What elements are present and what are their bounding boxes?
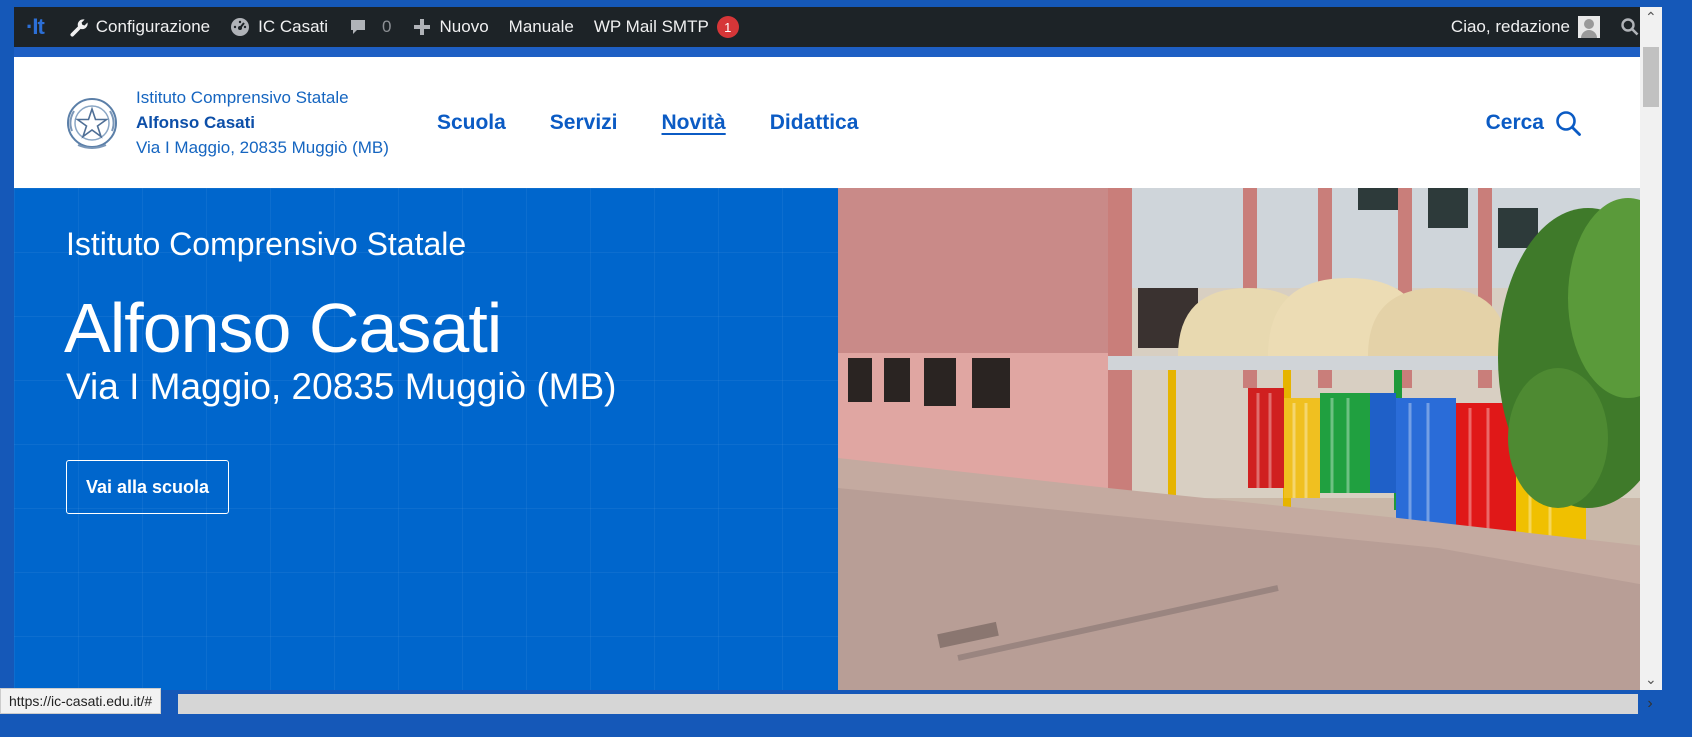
new-content-menu[interactable]: Nuovo bbox=[402, 7, 499, 47]
nav-item-servizi[interactable]: Servizi bbox=[550, 111, 618, 135]
search-icon bbox=[1556, 110, 1581, 136]
wp-admin-bar: ·It Configurazione IC Casati 0 Nuovo Man… bbox=[14, 7, 1662, 47]
browser-window: ·It Configurazione IC Casati 0 Nuovo Man… bbox=[0, 0, 1692, 737]
scroll-up-icon[interactable]: ⌃ bbox=[1645, 9, 1657, 26]
horizontal-scrollbar[interactable] bbox=[178, 694, 1638, 714]
republic-emblem-icon bbox=[67, 97, 117, 149]
school-photo-illustration bbox=[838, 188, 1662, 690]
nav-item-didattica[interactable]: Didattica bbox=[770, 111, 859, 135]
school-building-photo bbox=[838, 188, 1662, 690]
main-nav: Scuola Servizi Novità Didattica bbox=[437, 111, 902, 135]
comment-icon bbox=[351, 20, 366, 34]
admin-bar-right: Ciao, redazione bbox=[1441, 7, 1662, 47]
greeting-label: Ciao, redazione bbox=[1450, 17, 1570, 36]
manuale-label: Manuale bbox=[508, 17, 574, 36]
vertical-scrollbar[interactable]: ⌃ ⌄ bbox=[1640, 7, 1662, 690]
site-logo-link[interactable]: ·It bbox=[14, 7, 58, 47]
scroll-right-icon[interactable]: › bbox=[1640, 694, 1660, 714]
wp-mail-smtp-label: WP Mail SMTP bbox=[593, 17, 709, 36]
my-account-menu[interactable]: Ciao, redazione bbox=[1441, 7, 1610, 47]
hero-section: Istituto Comprensivo Statale Alfonso Cas… bbox=[14, 188, 1662, 690]
site-header: Istituto Comprensivo Statale Alfonso Cas… bbox=[14, 57, 1662, 188]
configurazione-menu[interactable]: Configurazione bbox=[58, 7, 220, 47]
comments-count: 0 bbox=[382, 17, 392, 36]
brand-line-3: Via I Maggio, 20835 Muggiò (MB) bbox=[136, 138, 389, 157]
go-to-school-button[interactable]: Vai alla scuola bbox=[66, 460, 229, 514]
search-button[interactable]: Cerca bbox=[1486, 109, 1582, 137]
hero-subtitle: Via I Maggio, 20835 Muggiò (MB) bbox=[66, 366, 617, 407]
site-name-menu[interactable]: IC Casati bbox=[220, 7, 338, 47]
nuovo-label: Nuovo bbox=[439, 17, 489, 36]
notification-badge: 1 bbox=[716, 16, 739, 38]
configurazione-label: Configurazione bbox=[95, 17, 211, 36]
status-bar-url: https://ic-casati.edu.it/# bbox=[0, 688, 162, 714]
dashboard-icon bbox=[231, 18, 250, 36]
brand-text: Istituto Comprensivo Statale Alfonso Cas… bbox=[136, 85, 389, 160]
hero-text-panel: Istituto Comprensivo Statale Alfonso Cas… bbox=[14, 188, 838, 690]
wp-mail-smtp-menu[interactable]: WP Mail SMTP 1 bbox=[584, 7, 749, 47]
brand-link[interactable]: Istituto Comprensivo Statale Alfonso Cas… bbox=[64, 85, 389, 160]
brand-line-1: Istituto Comprensivo Statale bbox=[136, 88, 349, 107]
avatar bbox=[1578, 16, 1600, 38]
nav-item-novita[interactable]: Novità bbox=[662, 111, 726, 135]
comments-link[interactable]: 0 bbox=[338, 7, 401, 47]
search-icon bbox=[1621, 18, 1639, 36]
hero-kicker: Istituto Comprensivo Statale bbox=[66, 226, 467, 262]
brand-line-2: Alfonso Casati bbox=[136, 113, 256, 132]
manuale-link[interactable]: Manuale bbox=[499, 7, 584, 47]
plus-icon bbox=[413, 19, 430, 35]
header-top-strip bbox=[14, 47, 1662, 57]
page-viewport: ·It Configurazione IC Casati 0 Nuovo Man… bbox=[14, 7, 1662, 690]
scroll-down-icon[interactable]: ⌄ bbox=[1645, 671, 1657, 688]
site-name-label: IC Casati bbox=[258, 17, 329, 36]
wrench-icon bbox=[70, 19, 88, 37]
search-label: Cerca bbox=[1485, 110, 1544, 134]
hero-title: Alfonso Casati bbox=[64, 289, 502, 367]
scrollbar-thumb[interactable] bbox=[1643, 47, 1659, 107]
nav-item-scuola[interactable]: Scuola bbox=[437, 111, 506, 135]
